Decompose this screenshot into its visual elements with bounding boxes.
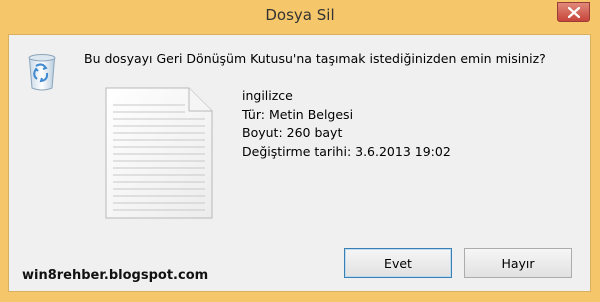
dialog-window: Dosya Sil Bu dosyayı Geri Dönüşüm Kutusu… xyxy=(0,0,600,302)
close-button[interactable] xyxy=(557,2,590,22)
yes-button[interactable]: Evet xyxy=(344,248,452,278)
file-type: Tür: Metin Belgesi xyxy=(242,106,354,122)
no-button[interactable]: Hayır xyxy=(464,248,572,278)
text-document-icon xyxy=(105,87,213,219)
close-icon xyxy=(568,7,580,18)
title-bar[interactable]: Dosya Sil xyxy=(0,0,600,34)
window-title: Dosya Sil xyxy=(265,6,335,24)
file-size: Boyut: 260 bayt xyxy=(242,125,343,140)
recycle-bin-icon xyxy=(28,54,56,91)
watermark-text: win8rehber.blogspot.com xyxy=(22,268,209,283)
file-details: ingilizce Tür: Metin Belgesi Boyut: 260 … xyxy=(242,87,451,161)
file-modified-date: Değiştirme tarihi: 3.6.2013 19:02 xyxy=(242,143,451,159)
dialog-body: Bu dosyayı Geri Dönüşüm Kutusu'na taşıma… xyxy=(8,34,591,292)
confirm-question: Bu dosyayı Geri Dönüşüm Kutusu'na taşıma… xyxy=(84,51,546,66)
file-name: ingilizce xyxy=(242,88,293,103)
